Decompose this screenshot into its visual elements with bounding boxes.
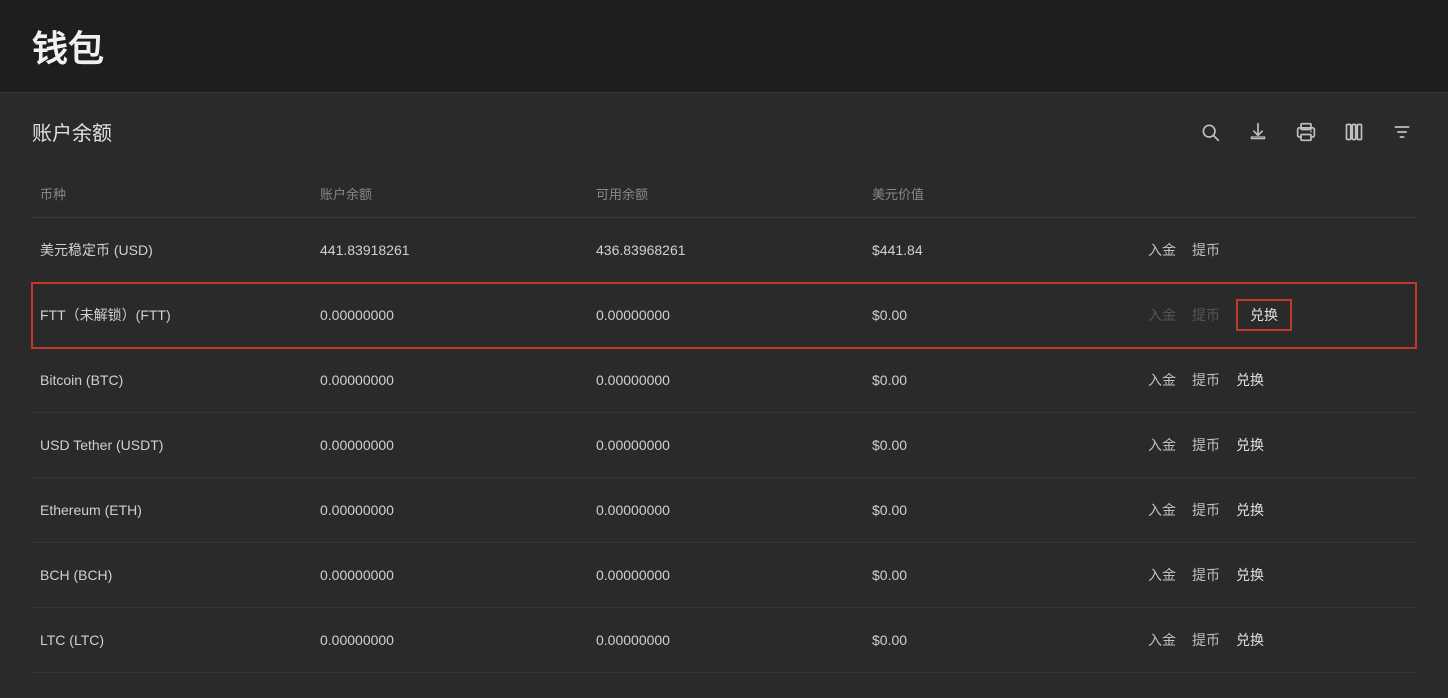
- currency-name: Bitcoin (BTC): [32, 356, 312, 404]
- actions-column: 入金提币兑换: [1140, 419, 1416, 471]
- table-row: BCH (BCH)0.000000000.00000000$0.00入金提币兑换: [32, 543, 1416, 608]
- deposit-button[interactable]: 入金: [1148, 370, 1176, 390]
- withdraw-button[interactable]: 提币: [1192, 565, 1220, 585]
- search-icon[interactable]: [1196, 118, 1224, 146]
- exchange-button[interactable]: 兑换: [1236, 435, 1264, 455]
- actions-column: 入金提币兑换: [1140, 614, 1416, 666]
- table-row: 美元稳定币 (USD)441.83918261436.83968261$441.…: [32, 218, 1416, 283]
- section-header: 账户余额: [32, 117, 1416, 146]
- section-title: 账户余额: [32, 117, 112, 146]
- toolbar-icons: [1196, 118, 1416, 146]
- table-row: FTT（未解锁）(FTT)0.000000000.00000000$0.00入金…: [32, 283, 1416, 348]
- table-header: 币种 账户余额 可用余额 美元价值: [32, 170, 1416, 218]
- withdraw-button: 提币: [1192, 305, 1220, 325]
- usd-value: $0.00: [864, 291, 1140, 339]
- currency-name: Ethereum (ETH): [32, 486, 312, 534]
- page-header: 钱包: [0, 0, 1448, 93]
- currency-name: BCH (BCH): [32, 551, 312, 599]
- currency-name: FTT（未解锁）(FTT): [32, 289, 312, 341]
- table-row: Ethereum (ETH)0.000000000.00000000$0.00入…: [32, 478, 1416, 543]
- withdraw-button[interactable]: 提币: [1192, 630, 1220, 650]
- actions-column: 入金提币兑换: [1140, 354, 1416, 406]
- usd-value: $0.00: [864, 616, 1140, 664]
- balance-table: 币种 账户余额 可用余额 美元价值 美元稳定币 (USD)441.8391826…: [32, 170, 1416, 673]
- account-balance: 0.00000000: [312, 551, 588, 599]
- available-balance: 0.00000000: [588, 356, 864, 404]
- account-balance: 0.00000000: [312, 486, 588, 534]
- currency-name: LTC (LTC): [32, 616, 312, 664]
- deposit-button[interactable]: 入金: [1148, 630, 1176, 650]
- exchange-button[interactable]: 兑换: [1236, 630, 1264, 650]
- withdraw-button[interactable]: 提币: [1192, 240, 1220, 260]
- available-balance: 0.00000000: [588, 291, 864, 339]
- available-balance: 0.00000000: [588, 616, 864, 664]
- page-title: 钱包: [32, 20, 1416, 72]
- available-balance: 0.00000000: [588, 551, 864, 599]
- table-row: LTC (LTC)0.000000000.00000000$0.00入金提币兑换: [32, 608, 1416, 673]
- header-currency: 币种: [32, 180, 312, 207]
- deposit-button[interactable]: 入金: [1148, 240, 1176, 260]
- table-row: USD Tether (USDT)0.000000000.00000000$0.…: [32, 413, 1416, 478]
- header-balance: 账户余额: [312, 180, 588, 207]
- deposit-button[interactable]: 入金: [1148, 435, 1176, 455]
- download-icon[interactable]: [1244, 118, 1272, 146]
- exchange-button[interactable]: 兑换: [1236, 500, 1264, 520]
- print-icon[interactable]: [1292, 118, 1320, 146]
- actions-column: 入金提币兑换: [1140, 484, 1416, 536]
- usd-value: $0.00: [864, 421, 1140, 469]
- exchange-button[interactable]: 兑换: [1236, 370, 1264, 390]
- deposit-button[interactable]: 入金: [1148, 500, 1176, 520]
- account-balance: 441.83918261: [312, 226, 588, 274]
- actions-column: 入金提币兑换: [1140, 549, 1416, 601]
- filter-icon[interactable]: [1388, 118, 1416, 146]
- exchange-button[interactable]: 兑换: [1236, 565, 1264, 585]
- header-available: 可用余额: [588, 180, 864, 207]
- currency-name: USD Tether (USDT): [32, 421, 312, 469]
- table-body: 美元稳定币 (USD)441.83918261436.83968261$441.…: [32, 218, 1416, 673]
- available-balance: 0.00000000: [588, 421, 864, 469]
- currency-name: 美元稳定币 (USD): [32, 224, 312, 276]
- main-content: 账户余额: [0, 93, 1448, 697]
- withdraw-button[interactable]: 提币: [1192, 435, 1220, 455]
- deposit-button[interactable]: 入金: [1148, 565, 1176, 585]
- usd-value: $441.84: [864, 226, 1140, 274]
- account-balance: 0.00000000: [312, 421, 588, 469]
- account-balance: 0.00000000: [312, 356, 588, 404]
- header-usd-value: 美元价值: [864, 180, 1140, 207]
- actions-column: 入金提币兑换: [1140, 283, 1416, 347]
- table-row: Bitcoin (BTC)0.000000000.00000000$0.00入金…: [32, 348, 1416, 413]
- withdraw-button[interactable]: 提币: [1192, 500, 1220, 520]
- account-balance: 0.00000000: [312, 616, 588, 664]
- withdraw-button[interactable]: 提币: [1192, 370, 1220, 390]
- account-balance: 0.00000000: [312, 291, 588, 339]
- available-balance: 436.83968261: [588, 226, 864, 274]
- columns-icon[interactable]: [1340, 118, 1368, 146]
- available-balance: 0.00000000: [588, 486, 864, 534]
- usd-value: $0.00: [864, 356, 1140, 404]
- header-actions: [1140, 180, 1416, 207]
- actions-column: 入金提币: [1140, 224, 1416, 276]
- usd-value: $0.00: [864, 551, 1140, 599]
- deposit-button: 入金: [1148, 305, 1176, 325]
- usd-value: $0.00: [864, 486, 1140, 534]
- exchange-button[interactable]: 兑换: [1236, 299, 1292, 331]
